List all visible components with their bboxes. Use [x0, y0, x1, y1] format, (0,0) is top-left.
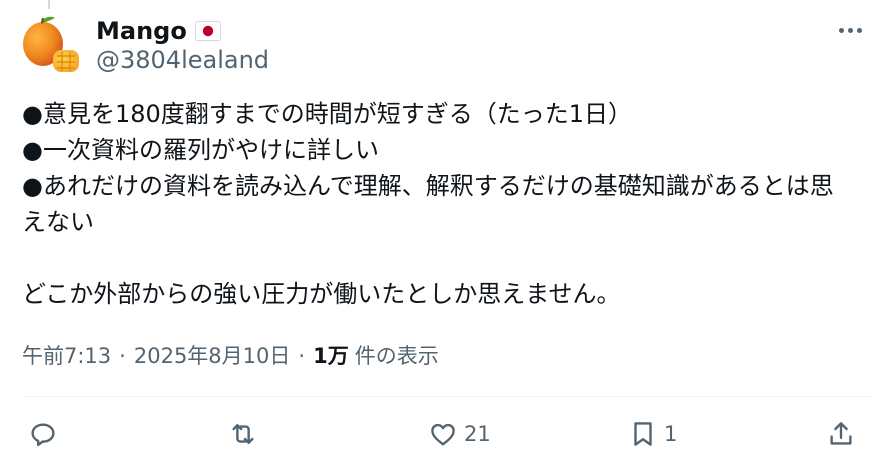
- post-time[interactable]: 午前7:13: [22, 340, 111, 370]
- like-button[interactable]: 21: [428, 408, 491, 460]
- post-text-line: ●あれだけの資料を読み込んで理解、解釈するだけの基礎知識があるとは思: [22, 172, 834, 200]
- post-text-line: どこか外部からの強い圧力が働いたとしか思えません。: [22, 280, 621, 308]
- mango-avatar-icon: [23, 16, 79, 72]
- divider: [22, 396, 874, 397]
- views-count: 1万: [313, 344, 349, 368]
- bookmark-icon: [634, 422, 652, 446]
- thread-connector-line: [48, 0, 50, 9]
- more-dot-icon: [847, 27, 853, 33]
- japan-flag-icon: [194, 21, 221, 41]
- repost-icon: [232, 424, 254, 444]
- author-display-name[interactable]: Mango: [96, 17, 187, 45]
- heart-icon: [431, 423, 455, 446]
- post-text: ●意見を180度翻すまでの時間が短すぎる（たった1日） ●一次資料の羅列がやけに…: [22, 96, 880, 312]
- post-date[interactable]: 2025年8月10日: [134, 340, 291, 370]
- author-handle[interactable]: @3804lealand: [96, 46, 269, 74]
- post-text-blank-line: [22, 240, 880, 276]
- reply-icon: [31, 423, 55, 447]
- author-name-row: Mango: [96, 14, 221, 48]
- bookmark-button[interactable]: 1: [628, 408, 677, 460]
- repost-button[interactable]: [228, 408, 258, 460]
- meta-separator: ·: [298, 344, 306, 368]
- share-button[interactable]: [826, 408, 856, 460]
- more-dot-icon: [838, 27, 844, 33]
- reply-button[interactable]: [28, 408, 58, 460]
- meta-separator: ·: [119, 344, 126, 368]
- more-dot-icon: [856, 27, 862, 33]
- more-options-button[interactable]: [832, 18, 868, 42]
- bookmark-count: 1: [664, 422, 678, 446]
- share-icon: [830, 422, 852, 445]
- post-text-line: ●意見を180度翻すまでの時間が短すぎる（たった1日）: [22, 100, 633, 128]
- like-count: 21: [464, 422, 491, 446]
- views-label: 件の表示: [354, 344, 439, 368]
- post-text-line: ●一次資料の羅列がやけに詳しい: [22, 136, 379, 164]
- action-bar: 21 1: [0, 408, 894, 460]
- avatar[interactable]: [19, 14, 81, 76]
- post-text-line: えない: [22, 208, 94, 236]
- post-metadata: 午前7:13 · 2025年8月10日 · 1万 件の表示: [22, 340, 439, 370]
